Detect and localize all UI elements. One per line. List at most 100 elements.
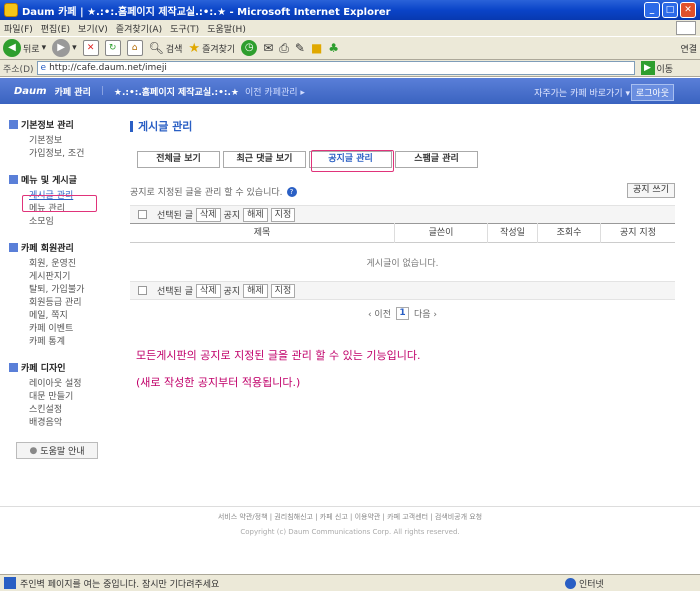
cafe-manager-title[interactable]: 카페 관리: [55, 85, 91, 98]
messenger-button[interactable]: ♣: [325, 41, 342, 55]
menu-bar: 파일(F) 편집(E) 보기(V) 즐겨찾기(A) 도구(T) 도움말(H): [0, 20, 700, 36]
address-label: 주소(D): [3, 64, 34, 75]
sidebar-item-mail[interactable]: 메일, 쪽지: [9, 310, 99, 323]
sidebar-item-stats[interactable]: 카페 통계: [9, 336, 99, 349]
sidebar-item-front[interactable]: 대문 만들기: [9, 391, 99, 404]
sidebar-item-join-info[interactable]: 가입정보, 조건: [9, 148, 99, 161]
prev-page-link[interactable]: ‹ 이전: [368, 307, 391, 320]
delete-button[interactable]: 삭제: [195, 283, 221, 298]
sidebar-item-layout[interactable]: 레이아웃 설정: [9, 378, 99, 391]
discuss-button[interactable]: ■: [308, 41, 325, 55]
menu-edit[interactable]: 편집(E): [37, 22, 74, 35]
chevron-down-icon[interactable]: ▾: [42, 43, 47, 53]
back-button[interactable]: ◀ 뒤로 ▾: [0, 39, 49, 57]
menu-help[interactable]: 도움말(H): [203, 22, 250, 35]
sidebar-item-members[interactable]: 회원, 운영진: [9, 258, 99, 271]
col-views[interactable]: 조회수: [537, 223, 600, 243]
selected-label: 선택된 글: [157, 287, 193, 297]
sidebar-group-design: 카페 디자인 레이아웃 설정 대문 만들기 스킨설정 배경음악: [9, 361, 99, 430]
delete-button[interactable]: 삭제: [195, 207, 221, 222]
table-header: 제목 글쓴이 작성일 조회수 공지 지정: [130, 223, 675, 243]
go-arrow-icon: ▶: [640, 61, 655, 75]
forward-button[interactable]: ▶ ▾: [49, 39, 80, 57]
release-button[interactable]: 해제: [243, 283, 268, 298]
sidebar-item-small-group[interactable]: 소모임: [9, 216, 99, 229]
sidebar-item-event[interactable]: 카페 이벤트: [9, 323, 99, 336]
sidebar-item-member-grade[interactable]: 회원등급 관리: [9, 297, 99, 310]
home-button[interactable]: ⌂: [124, 40, 146, 56]
select-all-checkbox[interactable]: [138, 286, 147, 295]
sidebar-item-board-keeper[interactable]: 게시판지기: [9, 271, 99, 284]
refresh-icon: ↻: [104, 40, 121, 56]
tab-all-posts[interactable]: 전체글 보기: [137, 151, 220, 168]
help-guide-button[interactable]: ● 도움말 안내: [16, 442, 98, 459]
question-icon[interactable]: ?: [286, 186, 297, 197]
menu-tools[interactable]: 도구(T): [166, 22, 203, 35]
search-button[interactable]: 🔍︎ 검색: [146, 41, 186, 55]
edit-button[interactable]: ✎: [292, 41, 308, 55]
help-guide-label: 도움말 안내: [40, 447, 85, 457]
history-button[interactable]: ◷: [238, 40, 260, 56]
links-button[interactable]: 연결: [677, 42, 700, 55]
search-icon: 🔍︎: [148, 41, 164, 55]
assign-button[interactable]: 지정: [270, 207, 296, 222]
menu-favorites[interactable]: 즐겨찾기(A): [112, 22, 166, 35]
logout-button[interactable]: 로그아웃: [630, 84, 674, 101]
current-page[interactable]: 1: [396, 307, 409, 320]
toolbar: ◀ 뒤로 ▾ ▶ ▾ ✕ ↻ ⌂ 🔍︎ 검색 ★ 즐겨찾기 ◷ ✉ ⎙ ✎ ■ ♣ 연결: [0, 36, 700, 60]
notice-label: 공지: [223, 287, 241, 297]
highlight-box: [311, 150, 394, 172]
col-author[interactable]: 글쓴이: [394, 223, 487, 243]
annotation-note-2: (새로 작성한 공지부터 적용됩니다.): [136, 376, 301, 389]
favorite-cafe-dropdown[interactable]: 자주가는 카페 바로가기 ▾: [534, 86, 630, 99]
sidebar-item-bgm[interactable]: 배경음악: [9, 417, 99, 430]
mail-button[interactable]: ✉: [260, 41, 276, 55]
search-label: 검색: [165, 44, 183, 55]
menu-view[interactable]: 보기(V): [74, 22, 112, 35]
refresh-button[interactable]: ↻: [102, 40, 124, 56]
address-input[interactable]: e http://cafe.daum.net/imeji: [36, 61, 635, 75]
empty-message: 게시글이 없습니다.: [366, 259, 439, 269]
sidebar-item-skin[interactable]: 스킨설정: [9, 404, 99, 417]
stop-button[interactable]: ✕: [80, 40, 102, 56]
highlight-box: [22, 195, 97, 212]
write-notice-button[interactable]: 공지 쓰기: [627, 183, 675, 198]
daum-logo[interactable]: Daum: [14, 86, 47, 97]
tab-spam-manage[interactable]: 스팸글 관리: [395, 151, 478, 168]
history-icon: ◷: [241, 40, 258, 56]
prev-cafe-link[interactable]: 이전 카페관리 ▸: [245, 85, 305, 98]
main-content: 게시글 관리 전체글 보기 최근 댓글 보기 공지글 관리 스팸글 관리 공지로…: [130, 118, 675, 389]
maximize-button[interactable]: □: [662, 2, 678, 18]
star-icon: ★: [188, 40, 201, 56]
cafe-name[interactable]: ★.:•:.홈페이지 제작교실.:•:.★: [114, 85, 239, 98]
chevron-down-icon[interactable]: ▾: [72, 43, 77, 53]
col-date[interactable]: 작성일: [487, 223, 537, 243]
col-notice-assign[interactable]: 공지 지정: [600, 223, 675, 243]
menu-icon: [9, 175, 18, 184]
footer: 서비스 약관/정책 | 권리침해신고 | 카페 신고 | 이용약관 | 카페 고…: [0, 506, 700, 564]
status-text: 주인벽 페이지를 여는 중입니다. 잠시만 기다려주세요: [20, 579, 220, 590]
go-button[interactable]: ▶ 이동: [640, 61, 673, 75]
release-button[interactable]: 해제: [243, 207, 268, 222]
sidebar-item-withdraw[interactable]: 탈퇴, 가입불가: [9, 284, 99, 297]
print-button[interactable]: ⎙: [276, 41, 292, 56]
minimize-button[interactable]: _: [644, 2, 660, 18]
assign-button[interactable]: 지정: [270, 283, 296, 298]
footer-links[interactable]: 서비스 약관/정책 | 권리침해신고 | 카페 신고 | 이용약관 | 카페 고…: [0, 512, 700, 522]
select-all-checkbox[interactable]: [138, 210, 147, 219]
page-description: 공지로 지정된 글을 관리 할 수 있습니다.?: [130, 185, 297, 198]
sidebar-group-title: 카페 디자인: [9, 361, 99, 374]
next-page-link[interactable]: 다음 ›: [414, 307, 437, 320]
menu-file[interactable]: 파일(F): [0, 22, 37, 35]
tab-recent-comments[interactable]: 최근 댓글 보기: [223, 151, 306, 168]
folder-icon: ■: [310, 41, 323, 55]
close-button[interactable]: ✕: [680, 2, 696, 18]
edit-icon: ✎: [294, 41, 305, 55]
copyright: Copyright (c) Daum Communications Corp. …: [240, 528, 460, 536]
col-title[interactable]: 제목: [130, 223, 394, 243]
cafe-header: Daum 카페 관리 | ★.:•:.홈페이지 제작교실.:•:.★ 이전 카페…: [0, 78, 700, 104]
group-title-text: 메뉴 및 게시글: [21, 176, 77, 186]
sidebar: 기본정보 관리 기본정보 가입정보, 조건 메뉴 및 게시글 게시글 관리 메뉴…: [9, 118, 99, 459]
favorites-button[interactable]: ★ 즐겨찾기: [185, 41, 238, 56]
sidebar-item-basic-info[interactable]: 기본정보: [9, 135, 99, 148]
